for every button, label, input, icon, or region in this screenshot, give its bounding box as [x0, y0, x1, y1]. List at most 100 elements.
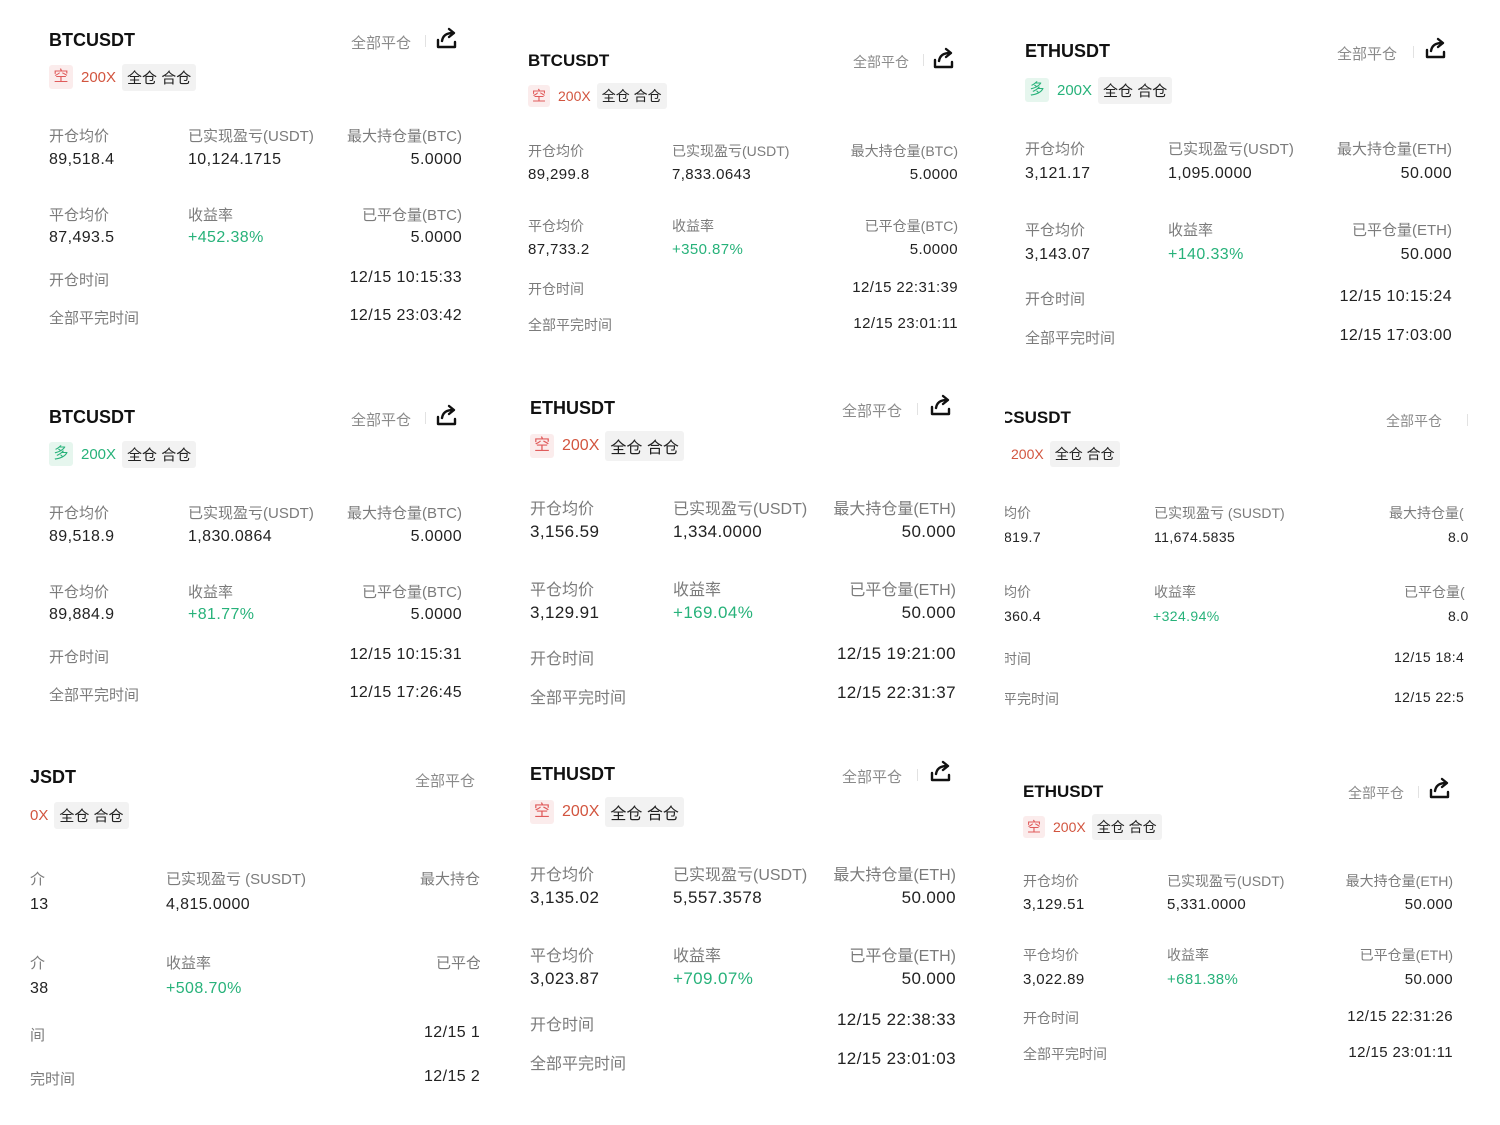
close-all-button[interactable]: 全部平仓 — [351, 32, 411, 53]
open-time-value: 12/15 22:31:39 — [852, 279, 958, 296]
yield-label: 收益率 — [1167, 947, 1209, 963]
share-button[interactable] — [1427, 776, 1453, 802]
tag-row: 多 200X 全仓 合仓 — [1025, 76, 1173, 104]
max-position-label: 最大持仓 — [420, 871, 480, 888]
position-card-2: BTCUSDT 全部平仓 空 200X 全仓 合仓 开仓均价 已实现盈亏(USD… — [510, 30, 980, 350]
max-position-label: 最大持仓量( — [1389, 505, 1464, 521]
share-icon — [930, 760, 951, 782]
closed-qty-value: 8.0 — [1448, 608, 1469, 624]
close-time-value: 12/15 23:01:11 — [1348, 1044, 1453, 1061]
close-time-value: 12/15 17:26:45 — [349, 684, 462, 701]
close-time-value: 12/15 23:01:03 — [836, 1049, 956, 1068]
close-all-button[interactable]: 全部平仓 — [415, 770, 475, 791]
realized-pnl-label: 已实现盈亏 (SUSDT) — [166, 871, 306, 888]
max-position-label: 最大持仓量(BTC) — [347, 128, 462, 145]
symbol-title: BTCUSDT — [49, 407, 135, 427]
realized-pnl-value: 1,830.0864 — [188, 528, 273, 545]
closed-qty-label: 已平仓量(ETH) — [1352, 222, 1452, 239]
closed-qty-value: 50.000 — [901, 603, 956, 622]
share-button[interactable] — [928, 759, 954, 785]
max-position-value: 5.0000 — [410, 528, 462, 545]
open-avg-label: 开仓均价 — [530, 501, 595, 518]
close-time-label: 全部平完时间 — [530, 1056, 627, 1073]
open-avg-value: 3,129.51 — [1023, 896, 1085, 913]
yield-value: +452.38% — [188, 229, 264, 246]
close-all-button[interactable]: 全部平仓 — [842, 766, 902, 787]
realized-pnl-value: 5,557.3578 — [673, 888, 763, 907]
symbol-title: ETHUSDT — [530, 398, 615, 418]
closed-qty-value: 50.000 — [901, 969, 956, 988]
close-all-button[interactable]: 全部平仓 — [842, 400, 902, 421]
margin-mode-badge: 全仓 合仓 — [1091, 814, 1162, 840]
yield-value: +140.33% — [1168, 246, 1244, 263]
tag-row: 空 200X 全仓 合仓 — [530, 431, 684, 461]
close-time-value: 12/15 22:31:37 — [836, 683, 956, 702]
close-avg-label: 平仓均价 — [49, 207, 110, 224]
tag-row: 空 200X 全仓 合仓 — [530, 797, 684, 827]
share-button[interactable] — [434, 26, 460, 52]
open-time-value: 12/15 10:15:24 — [1339, 288, 1452, 305]
close-avg-label: 平仓均价 — [530, 948, 595, 965]
divider — [1413, 46, 1414, 58]
close-all-button[interactable]: 全部平仓 — [1348, 783, 1404, 803]
close-avg-label: 平仓均价 — [1025, 222, 1086, 239]
symbol-title: BTCUSDT — [528, 51, 610, 70]
open-avg-label: 开仓均价 — [1023, 873, 1079, 889]
realized-pnl-label: 已实现盈亏(USDT) — [673, 867, 808, 884]
yield-value: +81.77% — [188, 606, 255, 623]
open-time-label: 开仓时间 — [1025, 291, 1086, 308]
yield-label: 收益率 — [1154, 584, 1196, 600]
close-avg-label: 平仓均价 — [530, 582, 595, 599]
margin-mode-badge: 全仓 合仓 — [596, 83, 667, 109]
share-button[interactable] — [931, 46, 957, 72]
share-button[interactable] — [434, 403, 460, 429]
tag-row: 200X 全仓 合仓 — [1011, 441, 1120, 467]
max-position-value: 8.0 — [1448, 529, 1469, 545]
margin-mode-badge: 全仓 合仓 — [1098, 76, 1173, 104]
open-time-value: 12/15 18:4 — [1394, 649, 1465, 665]
yield-value: +508.70% — [166, 980, 242, 997]
max-position-value: 50.000 — [901, 888, 956, 907]
symbol-title: ETHUSDT — [1025, 41, 1110, 61]
max-position-label: 最大持仓量(ETH) — [1345, 873, 1453, 889]
position-card-7: JSDT 全部平仓 0X 全仓 合仓 介 已实现盈亏 (SUSDT) 最大持仓 … — [30, 750, 480, 1100]
close-all-button[interactable]: 全部平仓 — [1337, 43, 1397, 64]
divider — [917, 403, 918, 415]
close-avg-label: 平仓均价 — [528, 218, 584, 234]
divider — [1467, 414, 1468, 426]
open-avg-value: 3,121.17 — [1025, 165, 1091, 182]
direction-badge: 多 — [49, 442, 73, 466]
yield-label: 收益率 — [1168, 222, 1214, 239]
close-all-button[interactable]: 全部平仓 — [351, 409, 411, 430]
yield-label: 收益率 — [673, 582, 722, 599]
open-avg-value: 89,299.8 — [528, 166, 590, 183]
tag-row: 空 200X 全仓 合仓 — [1023, 814, 1162, 840]
share-icon — [436, 27, 457, 49]
yield-value: +324.94% — [1153, 608, 1220, 624]
open-avg-value: 89,518.9 — [49, 528, 115, 545]
leverage-label: 200X — [1011, 446, 1044, 462]
divider — [425, 412, 426, 424]
close-all-button[interactable]: 全部平仓 — [1386, 411, 1442, 431]
close-time-label: 全部平完时间 — [530, 690, 627, 707]
open-time-label: 开仓时间 — [49, 272, 110, 289]
realized-pnl-label: 已实现盈亏(USDT) — [1167, 873, 1285, 889]
max-position-label: 最大持仓量(ETH) — [833, 867, 956, 884]
share-button[interactable] — [1423, 36, 1449, 62]
closed-qty-value: 50.000 — [1400, 246, 1452, 263]
leverage-label: 200X — [1053, 819, 1086, 835]
realized-pnl-label: 已实现盈亏(USDT) — [1168, 141, 1294, 158]
close-avg-value: 3,022.89 — [1023, 971, 1085, 988]
close-time-label: 全部平完时间 — [528, 317, 612, 333]
open-time-value: 12/15 10:15:33 — [349, 269, 462, 286]
closed-qty-label: 已平仓量(BTC) — [362, 584, 462, 601]
close-time-value: 12/15 22:5 — [1394, 689, 1465, 705]
close-time-value: 12/15 17:03:00 — [1339, 327, 1452, 344]
share-button[interactable] — [928, 393, 954, 419]
margin-mode-badge: 全仓 合仓 — [1049, 441, 1120, 467]
realized-pnl-value: 10,124.1715 — [188, 151, 282, 168]
closed-qty-value: 50.000 — [1404, 971, 1453, 988]
close-all-button[interactable]: 全部平仓 — [853, 52, 909, 72]
divider — [923, 54, 924, 66]
tag-row: 多 200X 全仓 合仓 — [49, 440, 197, 468]
